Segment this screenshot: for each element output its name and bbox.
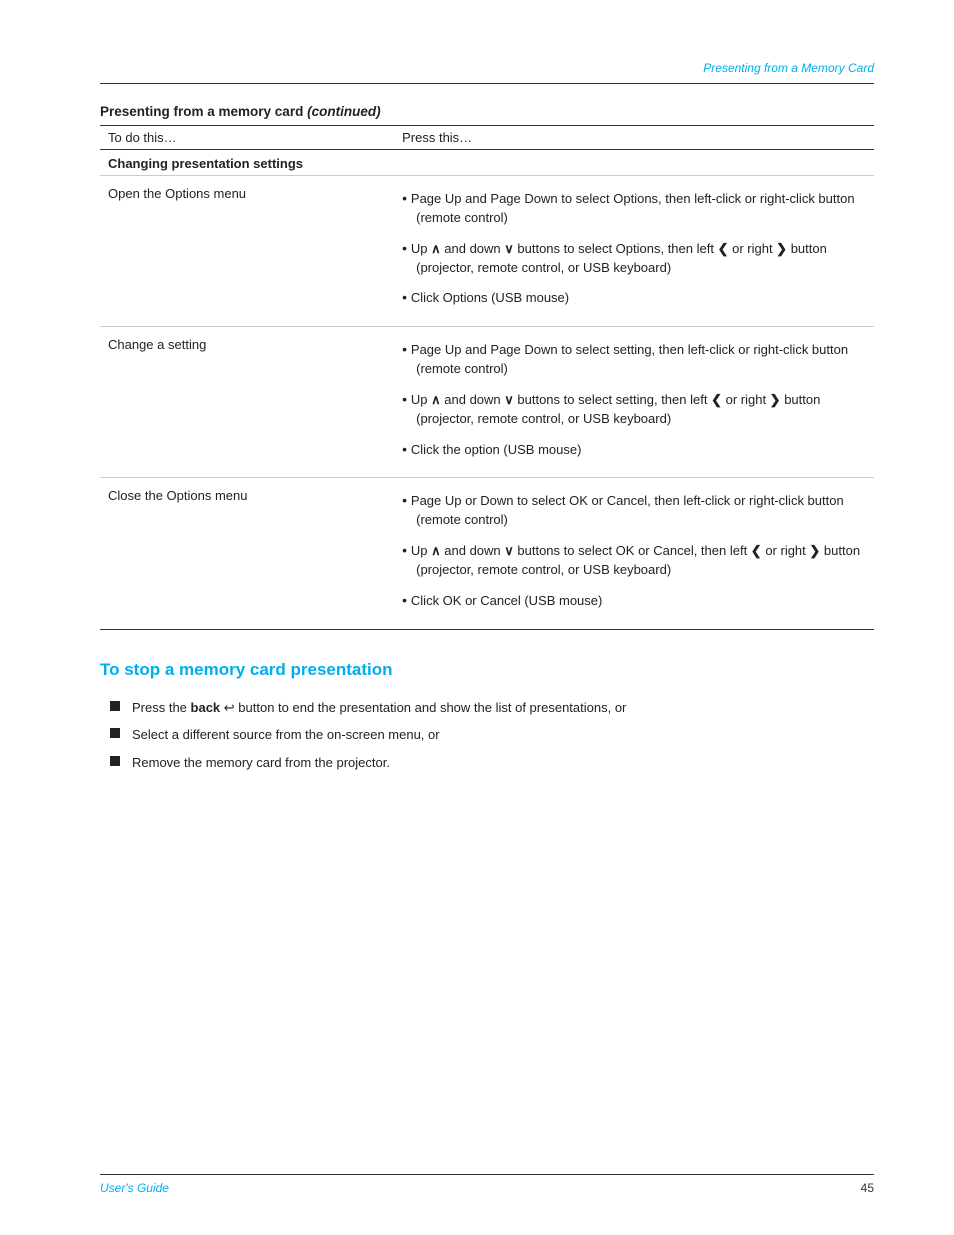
section-heading: Presenting from a memory card (continued… xyxy=(100,104,874,119)
col2-header: Press this… xyxy=(394,126,874,150)
list-item: Press the back ↩ button to end the prese… xyxy=(110,694,874,722)
col1-header: To do this… xyxy=(100,126,394,150)
press-cell: Page Up and Page Down to select setting,… xyxy=(394,327,874,478)
bullet-icon xyxy=(110,701,120,711)
list-item: Up ∧ and down ∨ buttons to select OK or … xyxy=(402,538,866,584)
stop-section-title: To stop a memory card presentation xyxy=(100,660,874,680)
list-item: Click the option (USB mouse) xyxy=(402,437,866,464)
table-row: Change a setting Page Up and Page Down t… xyxy=(100,327,874,478)
subsection-label: Changing presentation settings xyxy=(100,150,874,176)
table-col-header-row: To do this… Press this… xyxy=(100,126,874,150)
list-item: Click OK or Cancel (USB mouse) xyxy=(402,588,866,615)
press-cell: Page Up and Page Down to select Options,… xyxy=(394,176,874,327)
section-heading-italic: (continued) xyxy=(307,104,381,119)
section-heading-normal: Presenting from a memory card xyxy=(100,104,307,119)
action-cell: Open the Options menu xyxy=(100,176,394,327)
list-item: Select a different source from the on-sc… xyxy=(110,721,874,749)
press-list: Page Up or Down to select OK or Cancel, … xyxy=(402,488,866,614)
press-cell: Page Up or Down to select OK or Cancel, … xyxy=(394,478,874,629)
list-item: Up ∧ and down ∨ buttons to select Option… xyxy=(402,236,866,282)
action-cell: Close the Options menu xyxy=(100,478,394,629)
subsection-row: Changing presentation settings xyxy=(100,150,874,176)
stop-section: To stop a memory card presentation Press… xyxy=(100,660,874,777)
header-rule xyxy=(100,83,874,84)
page-header-title: Presenting from a Memory Card xyxy=(703,61,874,75)
table-row: Open the Options menu Page Up and Page D… xyxy=(100,176,874,327)
stop-item-text: Remove the memory card from the projecto… xyxy=(132,753,874,773)
table-row: Close the Options menu Page Up or Down t… xyxy=(100,478,874,629)
list-item: Click Options (USB mouse) xyxy=(402,285,866,312)
list-item: Page Up or Down to select OK or Cancel, … xyxy=(402,488,866,534)
list-item: Page Up and Page Down to select Options,… xyxy=(402,186,866,232)
list-item: Remove the memory card from the projecto… xyxy=(110,749,874,777)
stop-list: Press the back ↩ button to end the prese… xyxy=(110,694,874,777)
page-footer: User's Guide 45 xyxy=(100,1174,874,1195)
list-item: Page Up and Page Down to select setting,… xyxy=(402,337,866,383)
footer-left: User's Guide xyxy=(100,1181,169,1195)
bullet-icon xyxy=(110,728,120,738)
main-table: To do this… Press this… Changing present… xyxy=(100,125,874,630)
page: Presenting from a Memory Card Presenting… xyxy=(0,0,954,1235)
stop-item-text: Press the back ↩ button to end the prese… xyxy=(132,698,874,718)
page-header: Presenting from a Memory Card xyxy=(100,60,874,75)
press-list: Page Up and Page Down to select setting,… xyxy=(402,337,866,463)
action-cell: Change a setting xyxy=(100,327,394,478)
press-list: Page Up and Page Down to select Options,… xyxy=(402,186,866,312)
bullet-icon xyxy=(110,756,120,766)
list-item: Up ∧ and down ∨ buttons to select settin… xyxy=(402,387,866,433)
footer-right: 45 xyxy=(861,1181,874,1195)
stop-item-text: Select a different source from the on-sc… xyxy=(132,725,874,745)
